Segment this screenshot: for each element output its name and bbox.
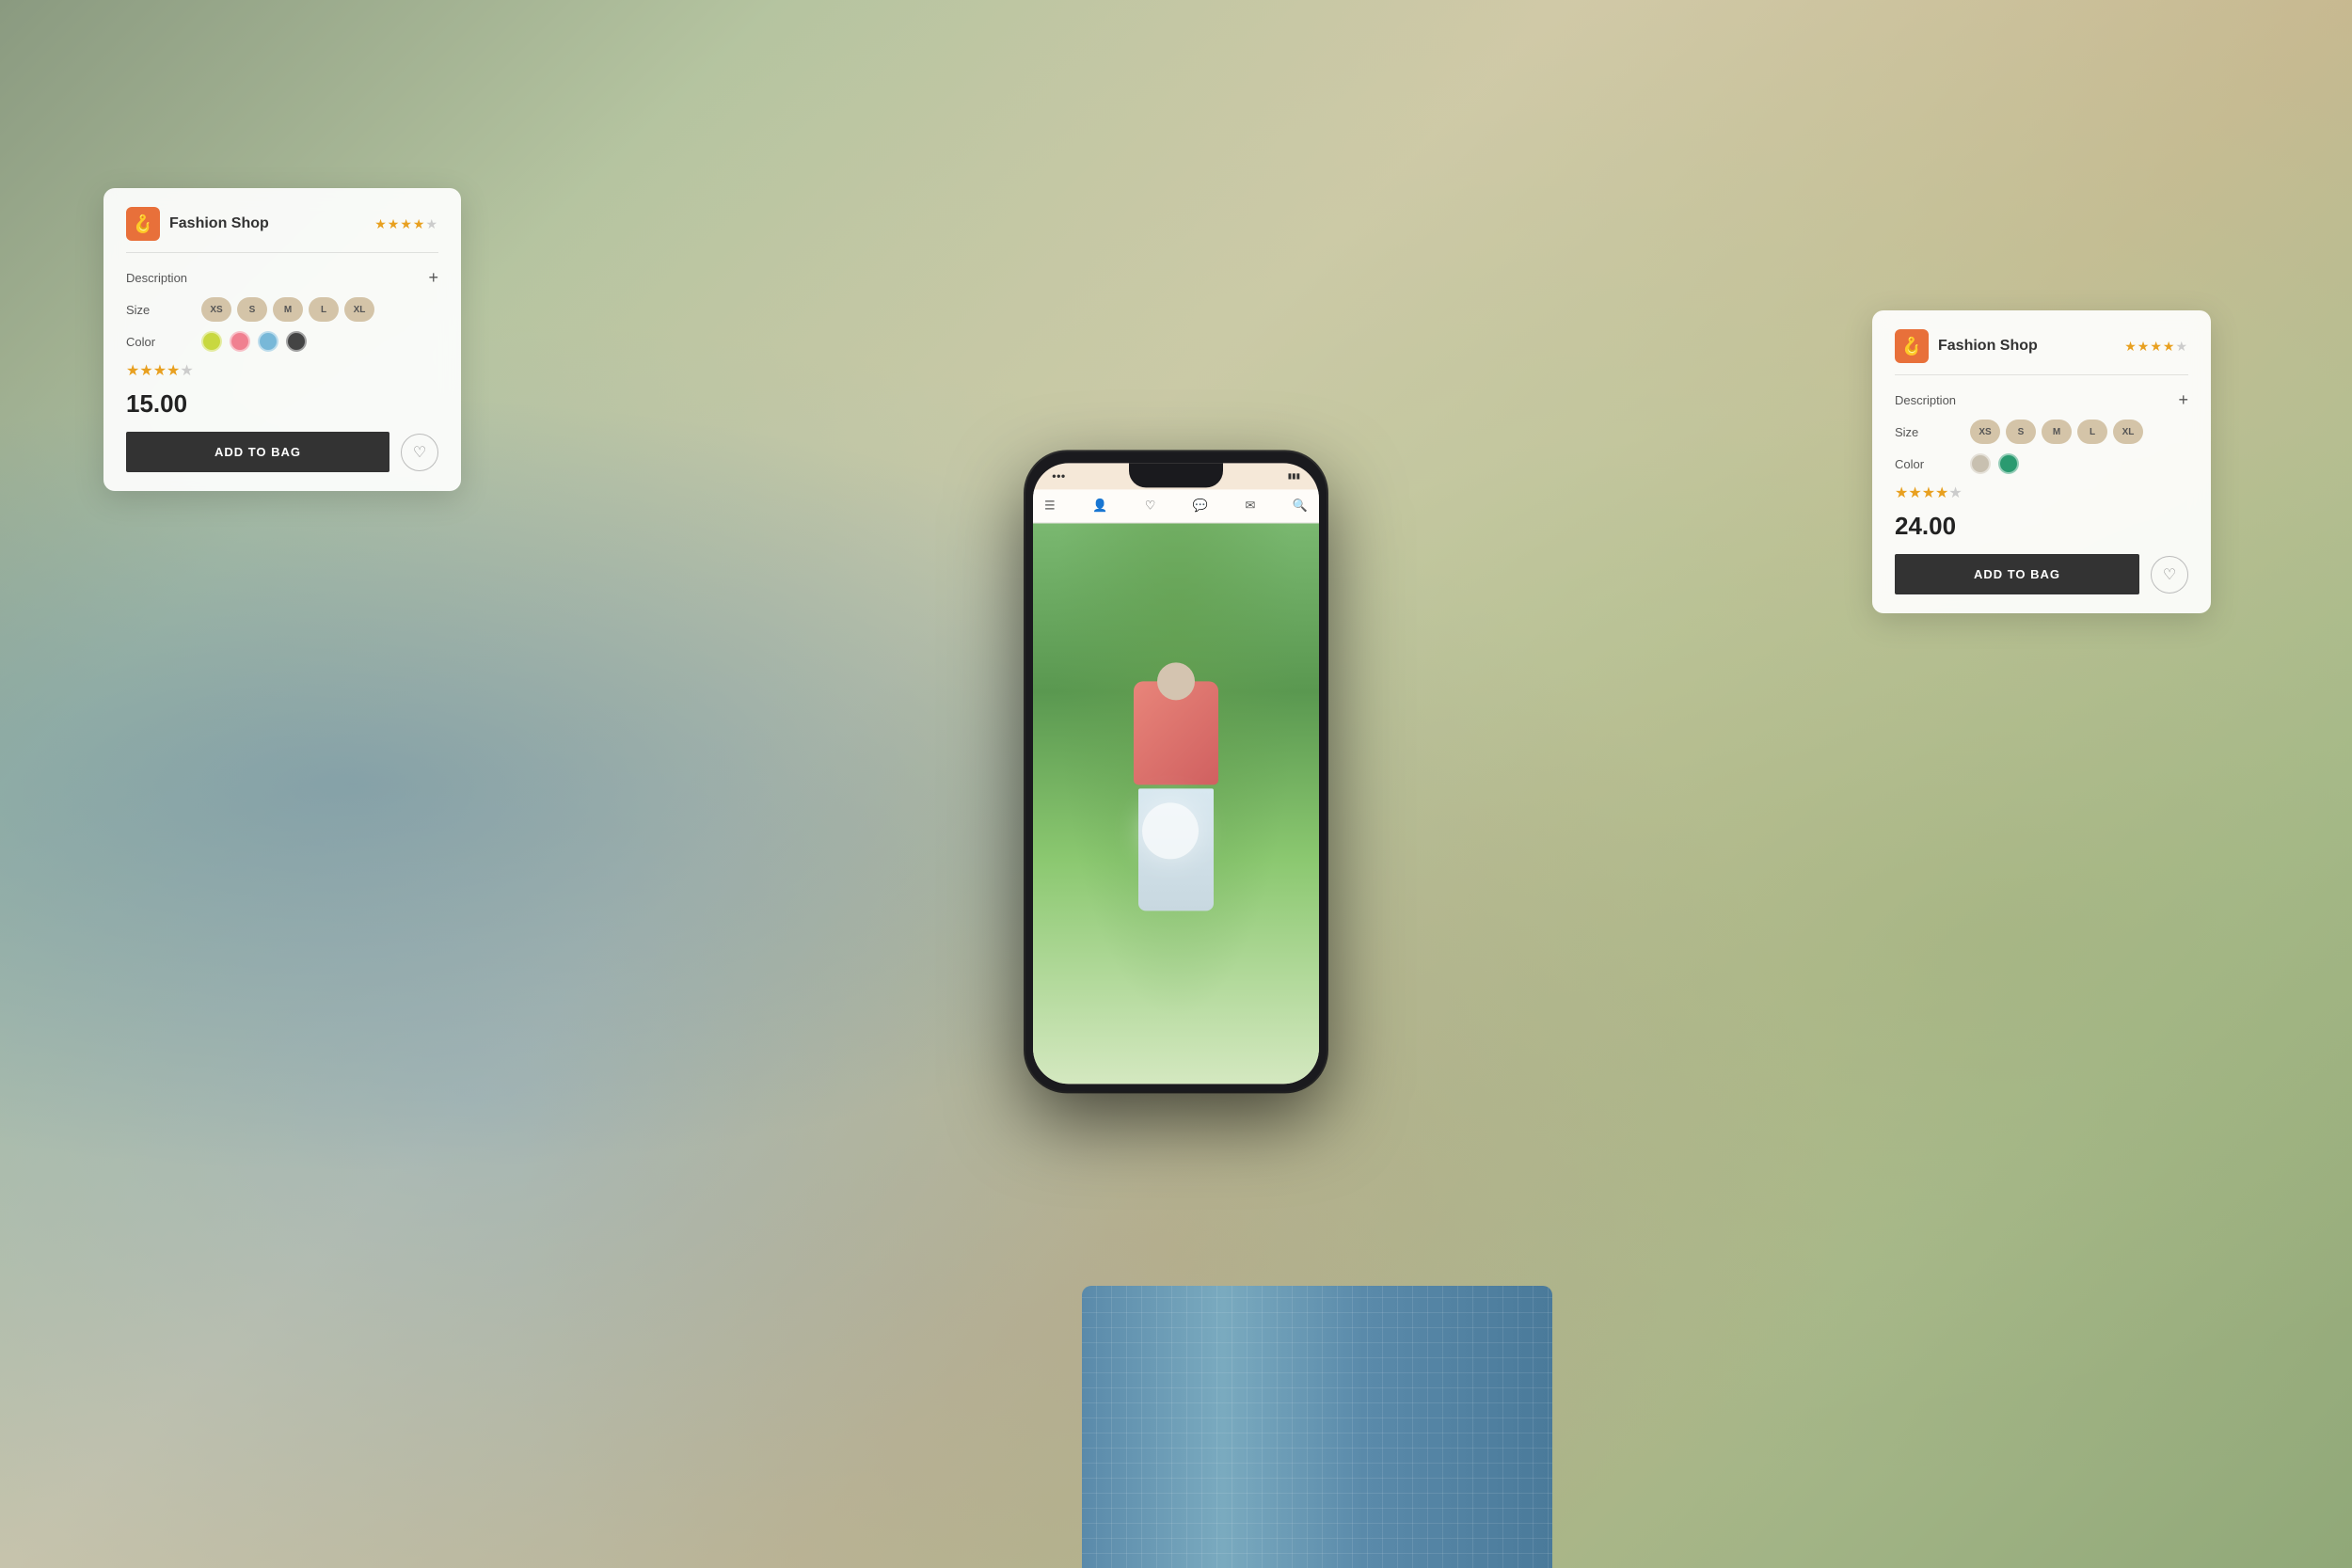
add-to-bag-button-right[interactable]: ADD TO BAG xyxy=(1895,554,2139,594)
color-blue-left[interactable] xyxy=(258,331,278,352)
size-s-left[interactable]: S xyxy=(237,297,267,322)
rating-row-left: ★★★★★ xyxy=(126,361,438,380)
card-header-right: 🪝 Fashion Shop ★★★★★ xyxy=(1895,329,2188,375)
phone-signal: ●●● xyxy=(1052,471,1066,480)
description-label-right: Description xyxy=(1895,393,1970,407)
color-beige-right[interactable] xyxy=(1970,453,1991,474)
size-label-right: Size xyxy=(1895,425,1970,439)
heart-icon[interactable]: ♡ xyxy=(1145,498,1156,513)
color-label-left: Color xyxy=(126,335,201,349)
color-label-right: Color xyxy=(1895,457,1970,471)
product-card-left: 🪝 Fashion Shop ★★★★★ Description + Size … xyxy=(103,188,461,491)
wishlist-button-left[interactable]: ♡ xyxy=(401,434,438,471)
price-right: 24.00 xyxy=(1895,512,2188,541)
phone-camera-view xyxy=(1033,523,1319,1084)
price-left: 15.00 xyxy=(126,389,438,419)
color-options-right xyxy=(1970,453,2019,474)
size-m-right[interactable]: M xyxy=(2042,420,2072,444)
mail-icon[interactable]: ✉ xyxy=(1245,498,1255,513)
hanger-icon-left: 🪝 xyxy=(126,207,160,241)
size-xl-right[interactable]: XL xyxy=(2113,420,2143,444)
product-rating-left: ★★★★★ xyxy=(126,363,194,379)
phone-battery: ▮▮▮ xyxy=(1288,471,1300,480)
product-rating-right: ★★★★★ xyxy=(1895,485,1963,501)
card-actions-right: ADD TO BAG ♡ xyxy=(1895,554,2188,594)
size-m-left[interactable]: M xyxy=(273,297,303,322)
color-green-right[interactable] xyxy=(1998,453,2019,474)
phone-body: ●●● 13:30 ▮▮▮ ☰ 👤 ♡ 💬 ✉ 🔍 xyxy=(1025,451,1327,1091)
card-actions-left: ADD TO BAG ♡ xyxy=(126,432,438,472)
hanger-icon-right: 🪝 xyxy=(1895,329,1929,363)
add-to-bag-button-left[interactable]: ADD TO BAG xyxy=(126,432,389,472)
size-l-left[interactable]: L xyxy=(309,297,339,322)
size-row-right: Size XS S M L XL xyxy=(1895,420,2188,444)
search-icon[interactable]: 🔍 xyxy=(1293,498,1308,513)
ar-touch-point xyxy=(1142,803,1199,860)
menu-icon[interactable]: ☰ xyxy=(1044,498,1056,513)
color-yellow-left[interactable] xyxy=(201,331,222,352)
star-rating-right: ★★★★★ xyxy=(2124,339,2188,355)
description-label-left: Description xyxy=(126,271,201,285)
phone: ●●● 13:30 ▮▮▮ ☰ 👤 ♡ 💬 ✉ 🔍 xyxy=(1025,451,1327,1091)
description-plus-right[interactable]: + xyxy=(2178,390,2188,410)
product-card-right: 🪝 Fashion Shop ★★★★★ Description + Size … xyxy=(1872,310,2211,613)
description-row-right: Description + xyxy=(1895,390,2188,410)
color-pink-left[interactable] xyxy=(230,331,250,352)
description-row-left: Description + xyxy=(126,268,438,288)
wishlist-button-right[interactable]: ♡ xyxy=(2151,556,2188,594)
phone-notch xyxy=(1129,463,1223,487)
size-s-right[interactable]: S xyxy=(2006,420,2036,444)
color-options-left xyxy=(201,331,307,352)
color-row-left: Color xyxy=(126,331,438,352)
rating-row-right: ★★★★★ xyxy=(1895,483,2188,502)
size-l-right[interactable]: L xyxy=(2077,420,2107,444)
color-dark-left[interactable] xyxy=(286,331,307,352)
size-options-right: XS S M L XL xyxy=(1970,420,2143,444)
shop-name-left: Fashion Shop xyxy=(169,215,365,232)
shop-name-right: Fashion Shop xyxy=(1938,338,2115,355)
chat-icon[interactable]: 💬 xyxy=(1193,498,1208,513)
profile-icon[interactable]: 👤 xyxy=(1092,498,1107,513)
size-xs-left[interactable]: XS xyxy=(201,297,231,322)
description-plus-left[interactable]: + xyxy=(428,268,438,288)
size-xs-right[interactable]: XS xyxy=(1970,420,2000,444)
size-label-left: Size xyxy=(126,303,201,317)
phone-screen: ●●● 13:30 ▮▮▮ ☰ 👤 ♡ 💬 ✉ 🔍 xyxy=(1033,463,1319,1084)
mannequin-shirt xyxy=(1134,681,1218,784)
card-header-left: 🪝 Fashion Shop ★★★★★ xyxy=(126,207,438,253)
color-row-right: Color xyxy=(1895,453,2188,474)
size-options-left: XS S M L XL xyxy=(201,297,374,322)
phone-nav-bar: ☰ 👤 ♡ 💬 ✉ 🔍 xyxy=(1033,489,1319,523)
size-row-left: Size XS S M L XL xyxy=(126,297,438,322)
size-xl-left[interactable]: XL xyxy=(344,297,374,322)
star-rating-left: ★★★★★ xyxy=(374,216,438,232)
